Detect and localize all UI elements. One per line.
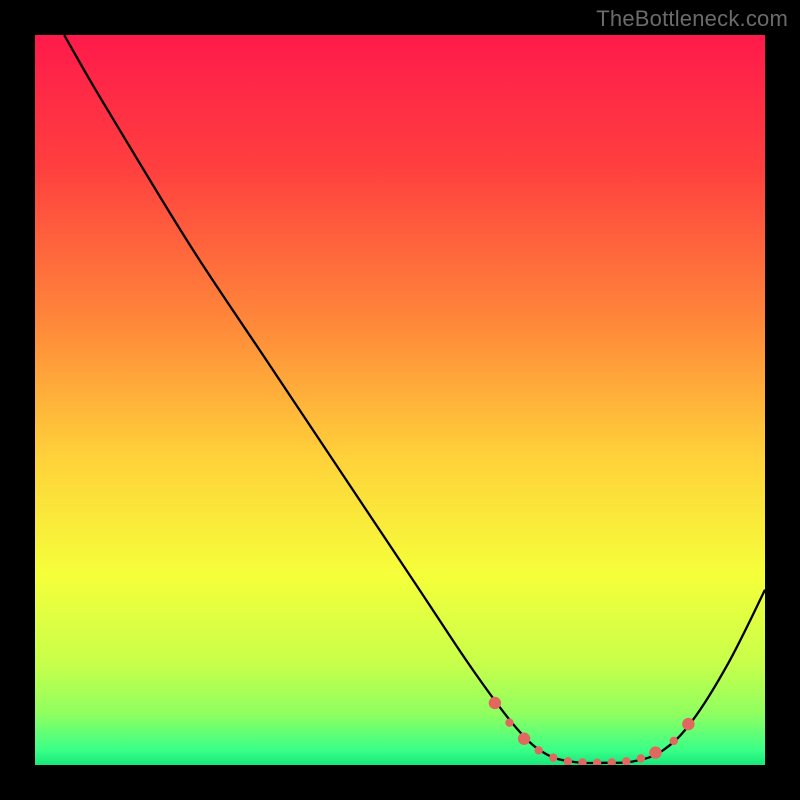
data-marker xyxy=(637,754,645,762)
data-marker xyxy=(670,737,678,745)
bottleneck-chart xyxy=(35,35,765,765)
data-marker xyxy=(489,697,501,709)
data-marker xyxy=(682,718,694,730)
data-marker xyxy=(505,718,513,726)
outer-frame: TheBottleneck.com xyxy=(0,0,800,800)
gradient-background xyxy=(35,35,765,765)
data-marker xyxy=(549,754,557,762)
plot-area xyxy=(35,35,765,765)
data-marker xyxy=(535,746,543,754)
data-marker xyxy=(518,733,530,745)
watermark-text: TheBottleneck.com xyxy=(596,6,788,32)
data-marker xyxy=(649,746,661,758)
